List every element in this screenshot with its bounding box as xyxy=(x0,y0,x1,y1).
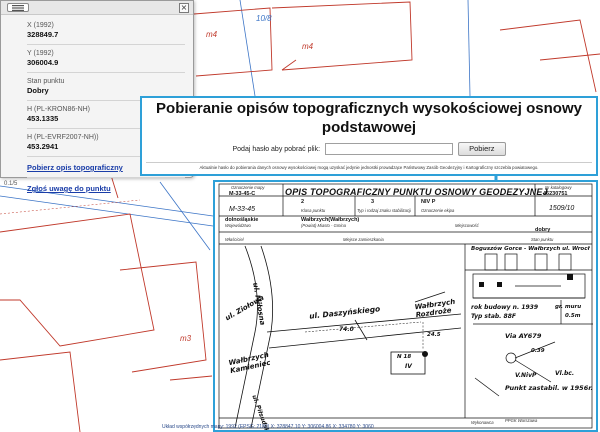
popup-header: × xyxy=(1,1,193,15)
header-label: Typ i rodzaj znaku stabilizacji xyxy=(357,208,411,213)
parcel-label: m4 xyxy=(206,30,218,39)
scale-hint: 0.1/5 xyxy=(4,181,18,187)
topographic-description-preview: OPIS TOPOGRAFICZNY PUNKTU OSNOWY GEODEZY… xyxy=(213,180,598,432)
close-icon[interactable]: × xyxy=(179,3,189,13)
distance-label: 24.5 xyxy=(427,332,441,338)
point-number: 1509/10 xyxy=(549,205,575,212)
coordinate-readout: Układ współrzędnych mapy: 1992 (EPSG: 21… xyxy=(162,424,374,430)
stab-type: 3 xyxy=(371,199,375,205)
catalog-number: 46230751 xyxy=(543,191,568,197)
parcel-label: 10/8 xyxy=(256,14,272,23)
report-issue-link[interactable]: Zgłoś uwagę do punktu xyxy=(27,184,185,193)
footer-label: Wykonawca xyxy=(471,420,494,425)
header-label: Oznaczenie ekipa xyxy=(421,208,455,213)
password-form: Podaj hasło aby pobrać plik: Pobierz xyxy=(142,142,596,156)
header-label: Nr katalogowy xyxy=(545,185,572,190)
elevation-number: 0.39 xyxy=(531,348,545,354)
header-label: Oznaczenie mapy xyxy=(231,185,265,190)
divider xyxy=(146,162,592,163)
field-y: Y (1992) 306004.9 xyxy=(27,50,185,67)
field-state: Stan punktu Dobry xyxy=(27,78,185,95)
parcel-label: m4 xyxy=(302,42,314,51)
field-value: Dobry xyxy=(27,86,49,95)
header-label: Województwo xyxy=(225,223,251,228)
field-label: Y (1992) xyxy=(27,50,54,57)
map-sheet: M-33-45-C xyxy=(229,191,256,197)
dialog-title: Pobieranie opisów topograficznych wysoko… xyxy=(156,100,582,136)
header-label: Miejscowość xyxy=(455,223,479,228)
list-icon[interactable] xyxy=(7,3,29,12)
document-title: OPIS TOPOGRAFICZNY PUNKTU OSNOWY GEODEZY… xyxy=(285,187,548,197)
point-box-label: IV xyxy=(405,363,412,370)
divider xyxy=(27,177,185,178)
divider xyxy=(27,72,185,73)
password-label: Podaj hasło aby pobrać plik: xyxy=(232,145,321,153)
header-label: Właściciel xyxy=(225,237,244,242)
point-box-label: N 18 xyxy=(397,354,412,360)
field-value: 306004.9 xyxy=(27,58,59,67)
field-label: X (1992) xyxy=(27,22,54,29)
header-label: Stan punktu xyxy=(531,237,554,242)
download-button[interactable]: Pobierz xyxy=(458,142,506,156)
elevation-number: Punkt zastabil. w 1956r. xyxy=(505,384,593,392)
elevation-note: 0.5m xyxy=(565,313,581,319)
field-value: 328849.7 xyxy=(27,30,59,39)
elevation-note: gr. muru xyxy=(555,304,582,310)
point-state: dobry xyxy=(535,227,551,233)
map-sheet-2: M-33-45 xyxy=(229,206,256,213)
password-input[interactable] xyxy=(325,143,454,155)
elevation-note: Typ stab. 88F xyxy=(471,313,516,320)
elevation-number: Vl.bc. xyxy=(555,370,575,377)
parcel-label: m3 xyxy=(180,334,192,343)
header-label: (Powiat) Miasto - Gmina xyxy=(301,223,346,228)
field-x: X (1992) 328849.7 xyxy=(27,22,185,39)
divider xyxy=(27,44,185,45)
field-label: Stan punktu xyxy=(27,78,65,85)
header-label: Miejsce zamieszkania xyxy=(343,237,384,242)
header-label: Klasa punktu xyxy=(301,208,326,213)
dialog-footnote: Aktualnie hasło do pobierania danych osn… xyxy=(199,165,539,170)
distance-label: 74.0 xyxy=(339,326,354,333)
elevation-caption: Boguszów Gorce - Wałbrzych ul. Wrocł xyxy=(471,246,590,252)
document-frame xyxy=(218,183,593,429)
performer: PPGK Warszawa xyxy=(505,418,538,423)
point-symbol: NIV P xyxy=(421,199,436,205)
elevation-number: Via AY679 xyxy=(505,332,542,340)
elevation-number: V.NivP xyxy=(515,372,537,379)
download-dialog: Pobieranie opisów topograficznych wysoko… xyxy=(140,96,598,176)
point-class: 2 xyxy=(301,199,305,205)
elevation-note: rok budowy n. 1939 xyxy=(471,304,539,311)
